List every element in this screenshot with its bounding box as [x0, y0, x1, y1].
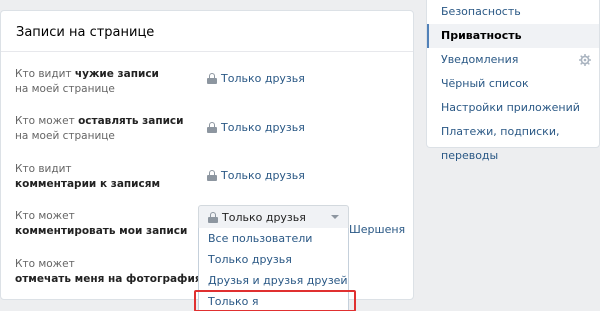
lock-icon [207, 122, 217, 133]
privacy-value-label: Только друзья [221, 72, 305, 85]
privacy-select[interactable]: Только друзья [198, 205, 349, 229]
sidebar-item-app-settings[interactable]: Настройки приложений [427, 96, 599, 120]
row-label-post: на моей странице [15, 83, 115, 95]
privacy-value-label: Только друзья [221, 169, 305, 182]
row-label-pre: Кто видит [15, 163, 72, 175]
settings-sidebar: Безопасность Приватность Уведомления Чёр… [426, 0, 600, 162]
privacy-row-label: Кто может оставлять записи на моей стран… [15, 114, 184, 144]
highlight-box [194, 290, 356, 311]
partially-hidden-link[interactable]: Шершеня [349, 223, 405, 236]
row-label-bold: оставлять записи [78, 115, 184, 127]
sidebar-item-payments[interactable]: Платежи, подписки, переводы [427, 120, 599, 162]
sidebar-item-security[interactable]: Безопасность [427, 0, 599, 24]
privacy-value-link[interactable]: Только друзья [207, 120, 305, 135]
row-label-post: на моей странице [15, 130, 115, 142]
lock-icon [207, 73, 217, 84]
privacy-row-label: Кто видит чужие записи на моей странице [15, 67, 159, 97]
privacy-row-label: Кто видит комментарии к записям [15, 162, 160, 192]
dropdown-option[interactable]: Только друзья [199, 249, 348, 270]
sidebar-item-privacy[interactable]: Приватность [427, 24, 599, 48]
privacy-value-link[interactable]: Только друзья [207, 71, 305, 86]
privacy-row-label: Кто может отмечать меня на фотографиях [15, 257, 208, 287]
dropdown-option[interactable]: Друзья и друзья друзей [199, 270, 348, 291]
row-label-pre: Кто может [15, 210, 75, 222]
sidebar-item-blacklist[interactable]: Чёрный список [427, 72, 599, 96]
row-label-bold: чужие записи [74, 68, 159, 80]
row-label-pre: Кто видит [15, 68, 75, 80]
row-label-pre: Кто может [15, 258, 75, 270]
privacy-value-link[interactable]: Только друзья [207, 168, 305, 183]
row-label-bold: отмечать меня на фотографиях [15, 273, 209, 285]
lock-icon [208, 211, 218, 223]
dropdown-option[interactable]: Все пользователи [199, 228, 348, 249]
privacy-value-label: Только друзья [221, 121, 305, 134]
sidebar-item-notifications[interactable]: Уведомления [427, 48, 599, 72]
select-current-value: Только друзья [222, 210, 306, 224]
sidebar-item-label: Уведомления [441, 53, 519, 66]
section-title: Записи на странице [1, 11, 413, 52]
row-label-pre: Кто может [15, 115, 79, 127]
row-label-bold: комментарии к записям [15, 178, 161, 190]
lock-icon [207, 170, 217, 181]
row-label-bold: комментировать мои записи [15, 225, 188, 237]
gear-icon[interactable] [579, 54, 591, 66]
privacy-row-label: Кто может комментировать мои записи [15, 209, 187, 239]
chevron-down-icon [331, 215, 339, 219]
